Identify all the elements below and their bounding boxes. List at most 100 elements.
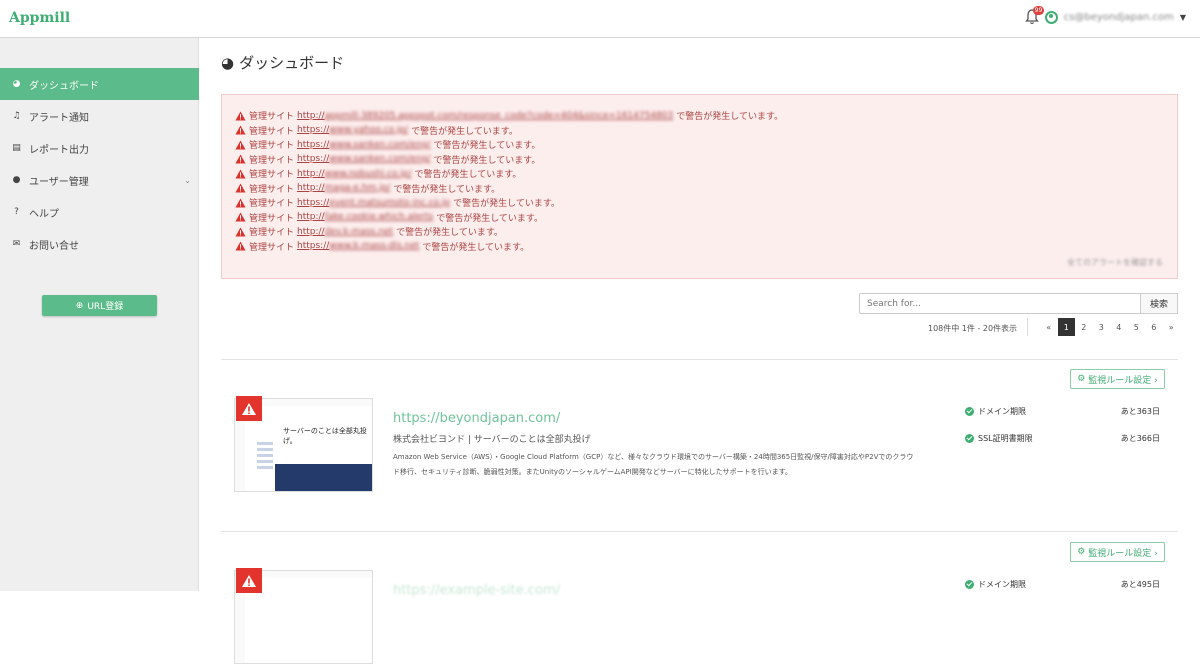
alert-line: 管理サイト http://fake.cookie.which.alerts で警告が… — [235, 211, 543, 224]
alert-domain: www.sanken.com/eng/ — [329, 139, 431, 150]
page-3[interactable]: 3 — [1093, 318, 1111, 336]
page-title: ◕ ダッシュボード — [221, 52, 344, 73]
alert-scheme: http:// — [297, 226, 325, 237]
alert-site-link[interactable]: http://appmill-389205.appspot.com/respon… — [297, 111, 673, 121]
warning-icon — [236, 396, 262, 421]
thumbnail-headline: サーバーのことは全部丸投げ。 — [283, 427, 367, 445]
warning-icon — [235, 169, 246, 179]
alert-site-link[interactable]: http://fake.cookie.which.alerts — [297, 212, 433, 222]
user-email[interactable]: cs@beyondjapan.com — [1064, 12, 1174, 23]
alert-site-link[interactable]: http://www.nobushi.co.jp/ — [297, 169, 411, 179]
domain-expiry-label: ドメイン期限 — [978, 580, 1026, 589]
chevron-down-icon: ⌄ — [184, 175, 191, 185]
alert-domain: dev.k-mass.net — [324, 226, 394, 237]
thumbnail-page: サーバーのことは全部丸投げ。 — [245, 406, 372, 491]
domain-expiry-row: ドメイン期限 あと363日 — [965, 406, 1160, 417]
bell-icon: ♫ — [12, 111, 21, 121]
alert-site-link[interactable]: https://www.sanken.com/eng/ — [297, 140, 431, 150]
page-next[interactable]: » — [1163, 318, 1181, 336]
sidebar-item-contact[interactable]: ✉ お問い合せ — [0, 228, 199, 260]
alert-site-link[interactable]: http://maga-e.hm.jp/ — [297, 183, 390, 193]
sidebar-item-report[interactable]: ▤ レポート出力 — [0, 132, 199, 164]
alert-site-link[interactable]: https://event.matsumoto-inc.co.jp — [297, 198, 450, 208]
site-url[interactable]: https://beyondjapan.com/ — [393, 411, 560, 426]
pagination: « 1 2 3 4 5 6 » — [1040, 318, 1180, 336]
sidebar-item-dashboard[interactable]: ◕ ダッシュボード — [0, 68, 199, 100]
page-6[interactable]: 6 — [1145, 318, 1163, 336]
alert-domain: www.sanken.com/eng/ — [329, 154, 431, 164]
sidebar-item-help[interactable]: ? ヘルプ — [0, 196, 199, 228]
alert-prefix: 管理サイト — [249, 228, 295, 238]
all-alerts-link[interactable]: 全てのアラートを確認する — [1067, 257, 1163, 268]
page-title-text: ダッシュボード — [239, 54, 345, 72]
alert-scheme: http:// — [297, 212, 325, 222]
alert-site-link[interactable]: http://dev.k-mass.net — [297, 227, 393, 237]
alert-suffix: で警告が発生しています。 — [676, 112, 784, 122]
sidebar-item-label: レポート出力 — [29, 144, 89, 156]
search-button[interactable]: 検索 — [1141, 293, 1178, 314]
site-description: Amazon Web Service（AWS）・Google Cloud Pla… — [393, 453, 914, 476]
gear-icon: ⚙ — [1077, 547, 1086, 557]
divider — [1027, 318, 1028, 336]
alert-prefix: 管理サイト — [249, 242, 295, 253]
search-bar: 検索 — [859, 293, 1178, 314]
alert-suffix: で警告が発生しています。 — [436, 213, 544, 224]
sidebar-item-users[interactable]: ● ユーザー管理 ⌄ — [0, 164, 199, 196]
url-register-button[interactable]: ⊕ URL登録 — [42, 295, 157, 316]
warning-icon — [235, 140, 246, 150]
thumbnail-sidebar — [257, 442, 273, 486]
alert-site-link[interactable]: https://www.k-mass-dis.net — [297, 241, 419, 251]
caret-down-icon[interactable]: ▼ — [1180, 13, 1186, 22]
domain-expiry-value: あと495日 — [1120, 580, 1160, 589]
ssl-expiry-label: SSL証明書期限 — [978, 434, 1033, 443]
alert-suffix: で警告が発生しています。 — [433, 141, 541, 151]
divider — [221, 359, 1178, 360]
page-prev[interactable]: « — [1040, 318, 1058, 336]
search-input[interactable] — [859, 293, 1141, 314]
domain-expiry-value: あと363日 — [1120, 407, 1160, 416]
document-icon: ▤ — [12, 143, 21, 153]
warning-icon — [235, 154, 246, 164]
alert-prefix: 管理サイト — [249, 199, 295, 209]
page-1[interactable]: 1 — [1057, 318, 1075, 336]
alert-line: 管理サイト https://www.k-mass-dis.net で警告が発生してい… — [235, 240, 529, 253]
alert-domain: www.yahoo.co.jp/ — [329, 125, 409, 135]
alert-line: 管理サイト http://dev.k-mass.net で警告が発生しています。 — [235, 225, 503, 238]
monitoring-rule-button[interactable]: ⚙ 監視ルール設定 › — [1070, 369, 1165, 389]
warning-icon — [235, 227, 246, 237]
ssl-expiry-row: SSL証明書期限 あと366日 — [965, 433, 1160, 444]
monitoring-rule-label: 監視ルール設定 › — [1088, 548, 1158, 559]
warning-icon — [235, 198, 246, 208]
alert-line: 管理サイト http://appmill-389205.appspot.com/r… — [235, 109, 783, 122]
user-icon: ● — [12, 175, 21, 185]
alert-suffix: で警告が発生しています。 — [411, 126, 518, 137]
warning-icon — [236, 568, 262, 593]
alert-suffix: で警告が発生しています。 — [414, 170, 522, 180]
domain-expiry-label: ドメイン期限 — [978, 407, 1026, 416]
user-area: 99 cs@beyondjapan.com ▼ — [1024, 6, 1186, 25]
sidebar-item-label: お問い合せ — [29, 240, 79, 252]
alert-site-link[interactable]: https://www.sanken.com/eng/ — [297, 154, 431, 164]
page-4[interactable]: 4 — [1110, 318, 1128, 336]
ssl-expiry-value: あと366日 — [1120, 434, 1160, 443]
notification-bell-icon[interactable]: 99 — [1024, 6, 1045, 25]
page-5[interactable]: 5 — [1128, 318, 1146, 336]
thumbnail-banner — [275, 464, 372, 491]
user-avatar-icon[interactable] — [1044, 10, 1058, 24]
alert-domain: www.k-mass-dis.net — [329, 241, 420, 251]
alert-line: 管理サイト https://www.yahoo.co.jp/で警告が発生しています… — [235, 124, 518, 137]
page-2[interactable]: 2 — [1075, 318, 1093, 336]
mail-icon: ✉ — [12, 239, 21, 249]
alert-suffix: で警告が発生しています。 — [433, 155, 541, 166]
sidebar-item-label: ユーザー管理 — [29, 176, 89, 188]
alert-scheme: https:// — [297, 154, 330, 164]
app-logo[interactable]: Appmill — [9, 10, 70, 26]
warning-icon — [235, 212, 246, 222]
monitoring-rule-button[interactable]: ⚙ 監視ルール設定 › — [1070, 542, 1165, 562]
warning-icon — [235, 183, 246, 193]
sidebar-item-alerts[interactable]: ♫ アラート通知 — [0, 100, 199, 132]
alert-site-link[interactable]: https://www.yahoo.co.jp/ — [297, 125, 408, 135]
alert-scheme: http:// — [297, 183, 325, 193]
warning-icon — [235, 125, 246, 135]
alert-line: 管理サイト https://event.matsumoto-inc.co.jp で警… — [235, 196, 560, 209]
